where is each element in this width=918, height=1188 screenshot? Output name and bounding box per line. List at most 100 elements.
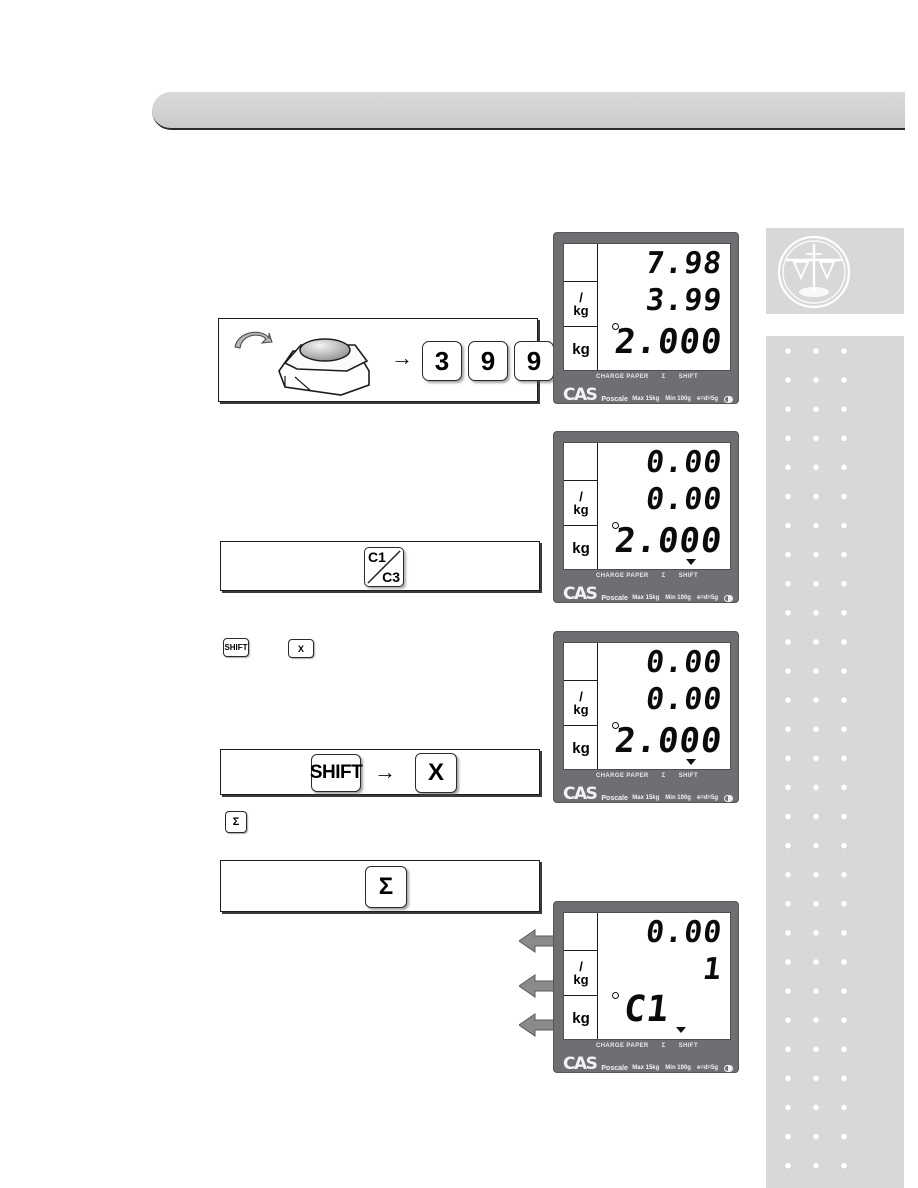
- lcd-label-per-kg-1: / kg: [564, 282, 598, 327]
- key-c1-c3[interactable]: C1 C3: [364, 547, 404, 587]
- lcd-label-blank-1: [564, 244, 598, 282]
- lcd-row1-value-3: 0.00: [643, 645, 725, 680]
- key-3[interactable]: 3: [422, 341, 462, 381]
- lcd-status-shift-4: SHIFT: [678, 1043, 699, 1049]
- lcd-row1-value-4: 0.00: [643, 915, 725, 950]
- key-x[interactable]: X: [415, 753, 457, 793]
- lcd-specs-3: Max 15kg Min 100g e=d=5g: [632, 795, 733, 802]
- page-root: → 3 9 9 C1 C3 SHIFT X SHIFT → X Σ Σ / kg…: [0, 0, 918, 1188]
- lcd-brand-row-2: CAS Poscale Max 15kg Min 100g e=d=5g: [563, 584, 733, 604]
- lcd-status-charge-paper-4: CHARGE PAPER: [595, 1043, 649, 1049]
- lcd-label-blank-2: [564, 443, 598, 481]
- key-9-first[interactable]: 9: [468, 341, 508, 381]
- rotate-arrow-icon: [234, 331, 273, 349]
- lcd-screen-3: / kg kg 0.00 0.00 2.000: [563, 642, 731, 770]
- lcd-status-sigma-1: Σ: [661, 374, 666, 380]
- lcd-status-shift-2: SHIFT: [678, 573, 699, 579]
- lcd-spec-min-4: Min 100g: [665, 1065, 691, 1071]
- lcd-status-sigma-4: Σ: [661, 1043, 666, 1049]
- lcd-display-2: / kg kg 0.00 0.00 2.000 CHARGE PAPER Σ S…: [553, 431, 739, 604]
- lcd-spec-min-3: Min 100g: [665, 795, 691, 801]
- step-box-enter-price: → 3 9 9: [218, 318, 554, 402]
- ce-mark-icon-4: [724, 1065, 733, 1072]
- lcd-brand-4: CAS: [563, 1054, 598, 1074]
- lcd-label-blank-4: [564, 913, 598, 951]
- key-9-second[interactable]: 9: [514, 341, 554, 381]
- lcd-label-column-4: / kg kg: [564, 913, 598, 1039]
- lcd-brand-2: CAS: [563, 584, 598, 604]
- key-c1-label: C1: [368, 549, 386, 565]
- lcd-brand-3: CAS: [563, 784, 598, 804]
- lcd-label-column-2: / kg kg: [564, 443, 598, 569]
- lcd-triangle-marker-3: [686, 759, 696, 765]
- lcd-label-per-kg-3: / kg: [564, 681, 598, 726]
- lcd-row3-value-3: 2.000: [612, 721, 725, 761]
- lcd-row1-value-1: 7.98: [643, 246, 725, 281]
- lcd-display-3: / kg kg 0.00 0.00 2.000 CHARGE PAPER Σ S…: [553, 631, 739, 804]
- key-c3-label: C3: [382, 569, 400, 585]
- lcd-status-row-4: CHARGE PAPER Σ SHIFT: [563, 1043, 731, 1049]
- lcd-label-column-1: / kg kg: [564, 244, 598, 370]
- lcd-label-per-kg-4: / kg: [564, 951, 598, 996]
- lcd-brand-row-1: CAS Poscale Max 15kg Min 100g e=d=5g: [563, 385, 733, 405]
- lcd-status-row-3: CHARGE PAPER Σ SHIFT: [563, 773, 731, 779]
- ce-mark-icon-3: [724, 795, 733, 802]
- lcd-brand-1: CAS: [563, 385, 598, 405]
- step-box-shift-x: SHIFT → X: [220, 749, 540, 795]
- lcd-spec-ed-2: e=d=5g: [696, 595, 718, 601]
- key-shift[interactable]: SHIFT: [310, 754, 363, 792]
- inline-key-sigma[interactable]: Σ: [225, 811, 247, 833]
- lcd-row2-value-2: 0.00: [643, 482, 725, 517]
- ce-mark-icon-1: [724, 396, 733, 403]
- step-box-preset-key: C1 C3: [220, 541, 540, 591]
- lcd-label-kg-small-4: kg: [573, 972, 589, 987]
- balance-scale-icon: [777, 235, 851, 309]
- lcd-label-kg-4: kg: [572, 1010, 590, 1027]
- lcd-label-kg-small-3: kg: [573, 702, 589, 717]
- lcd-label-per-kg-2: / kg: [564, 481, 598, 526]
- lcd-model-1: Poscale: [601, 396, 628, 403]
- lcd-brand-row-4: CAS Poscale Max 15kg Min 100g e=d=5g: [563, 1054, 733, 1074]
- lcd-spec-min-1: Min 100g: [665, 396, 691, 402]
- page-header-bar: [152, 92, 905, 130]
- lcd-specs-1: Max 15kg Min 100g e=d=5g: [632, 396, 733, 403]
- lcd-status-charge-paper-2: CHARGE PAPER: [595, 573, 649, 579]
- lcd-status-sigma-2: Σ: [661, 573, 666, 579]
- lcd-status-row-1: CHARGE PAPER Σ SHIFT: [563, 374, 731, 380]
- inline-key-x[interactable]: X: [288, 639, 314, 658]
- lcd-row2-value-4: 1: [700, 952, 725, 987]
- lcd-label-kg-2: kg: [572, 540, 590, 557]
- lcd-spec-min-2: Min 100g: [665, 595, 691, 601]
- lcd-status-charge-paper-1: CHARGE PAPER: [595, 374, 649, 380]
- lcd-spec-max-1: Max 15kg: [632, 396, 660, 402]
- ce-mark-icon-2: [724, 595, 733, 602]
- inline-key-shift[interactable]: SHIFT: [223, 638, 249, 657]
- lcd-triangle-marker-4: [676, 1027, 686, 1033]
- sidebar-logo-panel: [766, 228, 904, 314]
- lcd-spec-ed-4: e=d=5g: [696, 1065, 718, 1071]
- flow-arrow-icon: →: [391, 345, 413, 370]
- lcd-specs-2: Max 15kg Min 100g e=d=5g: [632, 595, 733, 602]
- lcd-status-row-2: CHARGE PAPER Σ SHIFT: [563, 573, 731, 579]
- lcd-label-kg-3: kg: [572, 740, 590, 757]
- key-sigma[interactable]: Σ: [365, 866, 407, 908]
- lcd-triangle-marker-2: [686, 559, 696, 565]
- lcd-row3-value-4: C1: [621, 989, 672, 1030]
- lcd-status-shift-3: SHIFT: [678, 773, 699, 779]
- lcd-display-1: / kg kg 7.98 3.99 2.000 CHARGE PAPER Σ S…: [553, 232, 739, 405]
- lcd-screen-1: / kg kg 7.98 3.99 2.000: [563, 243, 731, 371]
- lcd-label-kg-small-2: kg: [573, 502, 589, 517]
- lcd-model-2: Poscale: [601, 595, 628, 602]
- lcd-spec-max-3: Max 15kg: [632, 795, 660, 801]
- lcd-spec-ed-1: e=d=5g: [696, 396, 718, 402]
- lcd-row1-value-2: 0.00: [643, 445, 725, 480]
- lcd-spec-ed-3: e=d=5g: [696, 795, 718, 801]
- lcd-label-column-3: / kg kg: [564, 643, 598, 769]
- lcd-row2-value-1: 3.99: [643, 283, 725, 318]
- lcd-status-charge-paper-3: CHARGE PAPER: [595, 773, 649, 779]
- lcd-spec-max-2: Max 15kg: [632, 595, 660, 601]
- flow-arrow-icon-2: →: [374, 759, 396, 784]
- lcd-row2-value-3: 0.00: [643, 682, 725, 717]
- lcd-row3-value-1: 2.000: [612, 322, 725, 362]
- lcd-brand-row-3: CAS Poscale Max 15kg Min 100g e=d=5g: [563, 784, 733, 804]
